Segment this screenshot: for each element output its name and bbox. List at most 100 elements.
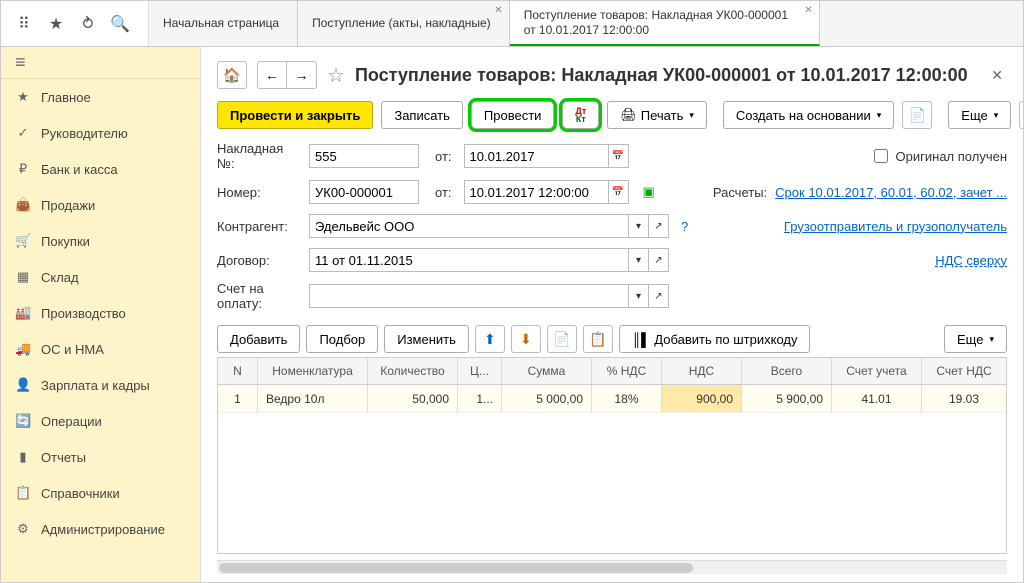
pick-button[interactable]: Подбор [306, 325, 378, 353]
col-nomenclature[interactable]: Номенклатура [258, 358, 368, 384]
col-total[interactable]: Всего [742, 358, 832, 384]
datetime-input[interactable] [464, 180, 609, 204]
invoice-label: Накладная №: [217, 141, 303, 171]
col-n[interactable]: N [218, 358, 258, 384]
col-vat-pct[interactable]: % НДС [592, 358, 662, 384]
back-button[interactable]: ← [257, 61, 287, 89]
original-received-label: Оригинал получен [896, 149, 1007, 164]
sidebar-item-warehouse[interactable]: ▦Склад [1, 259, 200, 295]
sidebar-item-manager[interactable]: ✓Руководителю [1, 115, 200, 151]
tab-home[interactable]: Начальная страница [149, 1, 298, 46]
attach-button[interactable]: 📄 [902, 101, 932, 129]
sidebar-item-main[interactable]: ★Главное [1, 79, 200, 115]
calc-link[interactable]: Срок 10.01.2017, 60.01, 60.02, зачет ... [775, 185, 1007, 200]
sidebar-item-hr[interactable]: 👤Зарплата и кадры [1, 367, 200, 403]
shipper-link[interactable]: Грузоотправитель и грузополучатель [784, 219, 1007, 234]
vat-link[interactable]: НДС сверху [935, 253, 1007, 268]
original-received-checkbox[interactable] [874, 149, 888, 163]
favorite-icon[interactable]: ☆ [327, 63, 345, 88]
content: 🏠 ← → ☆ Поступление товаров: Накладная У… [201, 47, 1023, 582]
payacc-group: ▾ ↗ [309, 284, 669, 308]
sidebar-item-sales[interactable]: 👜Продажи [1, 187, 200, 223]
number-label: Номер: [217, 185, 303, 200]
dropdown-icon[interactable]: ▾ [629, 248, 649, 272]
sidebar-item-catalogs[interactable]: 📋Справочники [1, 475, 200, 511]
boxes-icon: ▦ [15, 269, 31, 285]
home-button[interactable]: 🏠 [217, 61, 247, 89]
person-icon: 👤 [15, 377, 31, 393]
datetime-group: 📅 [464, 180, 629, 204]
invoice-date-group: 📅 [464, 144, 629, 168]
top-bar: ⠿ ★ ⥁ 🔍 Начальная страница Поступление (… [1, 1, 1023, 47]
edit-button[interactable]: Изменить [384, 325, 469, 353]
close-icon[interactable]: ✕ [494, 5, 502, 16]
dtkt-button[interactable]: ДтКт [562, 101, 599, 129]
calc-label: Расчеты: [713, 185, 767, 200]
move-down-button[interactable]: ⬇ [511, 325, 541, 353]
grid-header: N Номенклатура Количество Ц... Сумма % Н… [218, 358, 1006, 385]
tab-current[interactable]: Поступление товаров: Накладная УК00-0000… [510, 1, 820, 46]
payacc-input[interactable] [309, 284, 629, 308]
open-icon[interactable]: ↗ [649, 248, 669, 272]
add-button[interactable]: Добавить [217, 325, 300, 353]
table-more-button[interactable]: Еще▾ [944, 325, 1007, 353]
close-page-button[interactable]: ✕ [987, 67, 1007, 84]
payacc-label: Счет на оплату: [217, 281, 303, 311]
save-button[interactable]: Записать [381, 101, 463, 129]
col-vat-account[interactable]: Счет НДС [922, 358, 1006, 384]
number-input[interactable] [309, 180, 419, 204]
history-icon[interactable]: ⥁ [79, 15, 97, 33]
sidebar-item-bank[interactable]: ₽Банк и касса [1, 151, 200, 187]
table-row[interactable]: 1 Ведро 10л 50,000 1... 5 000,00 18% 900… [218, 385, 1006, 413]
copy-button[interactable]: 📄 [547, 325, 577, 353]
paste-button[interactable]: 📋 [583, 325, 613, 353]
open-icon[interactable]: ↗ [649, 214, 669, 238]
sidebar-item-assets[interactable]: 🚚ОС и НМА [1, 331, 200, 367]
sync-icon: 🔄 [15, 413, 31, 429]
sidebar-item-operations[interactable]: 🔄Операции [1, 403, 200, 439]
invoice-date-input[interactable] [464, 144, 609, 168]
search-icon[interactable]: 🔍 [111, 15, 129, 33]
main-toolbar: Провести и закрыть Записать Провести ДтК… [217, 101, 1007, 129]
clipboard-icon: 📋 [15, 485, 31, 501]
invoice-number-input[interactable] [309, 144, 419, 168]
add-barcode-button[interactable]: ║▌Добавить по штрихкоду [619, 325, 811, 353]
printer-icon: 🖨 [620, 107, 637, 123]
calendar-icon[interactable]: 📅 [609, 180, 629, 204]
dropdown-icon[interactable]: ▾ [629, 284, 649, 308]
post-button[interactable]: Провести [471, 101, 555, 129]
chart-icon: ✓ [15, 125, 31, 141]
sidebar-item-production[interactable]: 🏭Производство [1, 295, 200, 331]
more-button[interactable]: Еще▾ [948, 101, 1011, 129]
open-icon[interactable]: ↗ [649, 284, 669, 308]
counterparty-group: ▾ ↗ [309, 214, 669, 238]
print-button[interactable]: 🖨Печать▾ [607, 101, 707, 129]
apps-icon[interactable]: ⠿ [15, 15, 33, 33]
forward-button[interactable]: → [287, 61, 317, 89]
post-and-close-button[interactable]: Провести и закрыть [217, 101, 373, 129]
horizontal-scrollbar[interactable] [217, 560, 1007, 574]
col-sum[interactable]: Сумма [502, 358, 592, 384]
col-price[interactable]: Ц... [458, 358, 502, 384]
dropdown-icon[interactable]: ▾ [629, 214, 649, 238]
menu-icon[interactable]: ≡ [1, 47, 200, 79]
star-icon[interactable]: ★ [47, 15, 65, 33]
sidebar-item-reports[interactable]: ▮Отчеты [1, 439, 200, 475]
counterparty-help[interactable]: ? [681, 219, 688, 234]
col-account[interactable]: Счет учета [832, 358, 922, 384]
help-button[interactable]: ? [1019, 101, 1023, 129]
sidebar-item-admin[interactable]: ⚙Администрирование [1, 511, 200, 547]
topbar-icons: ⠿ ★ ⥁ 🔍 [1, 1, 149, 46]
calendar-icon[interactable]: 📅 [609, 144, 629, 168]
bag-icon: 👜 [15, 197, 31, 213]
counterparty-input[interactable] [309, 214, 629, 238]
close-icon[interactable]: ✕ [804, 5, 812, 16]
sidebar-item-purchases[interactable]: 🛒Покупки [1, 223, 200, 259]
factory-icon: 🏭 [15, 305, 31, 321]
contract-input[interactable] [309, 248, 629, 272]
tab-receipts[interactable]: Поступление (акты, накладные)✕ [298, 1, 510, 46]
col-quantity[interactable]: Количество [368, 358, 458, 384]
col-vat[interactable]: НДС [662, 358, 742, 384]
move-up-button[interactable]: ⬆ [475, 325, 505, 353]
create-based-button[interactable]: Создать на основании▾ [723, 101, 894, 129]
